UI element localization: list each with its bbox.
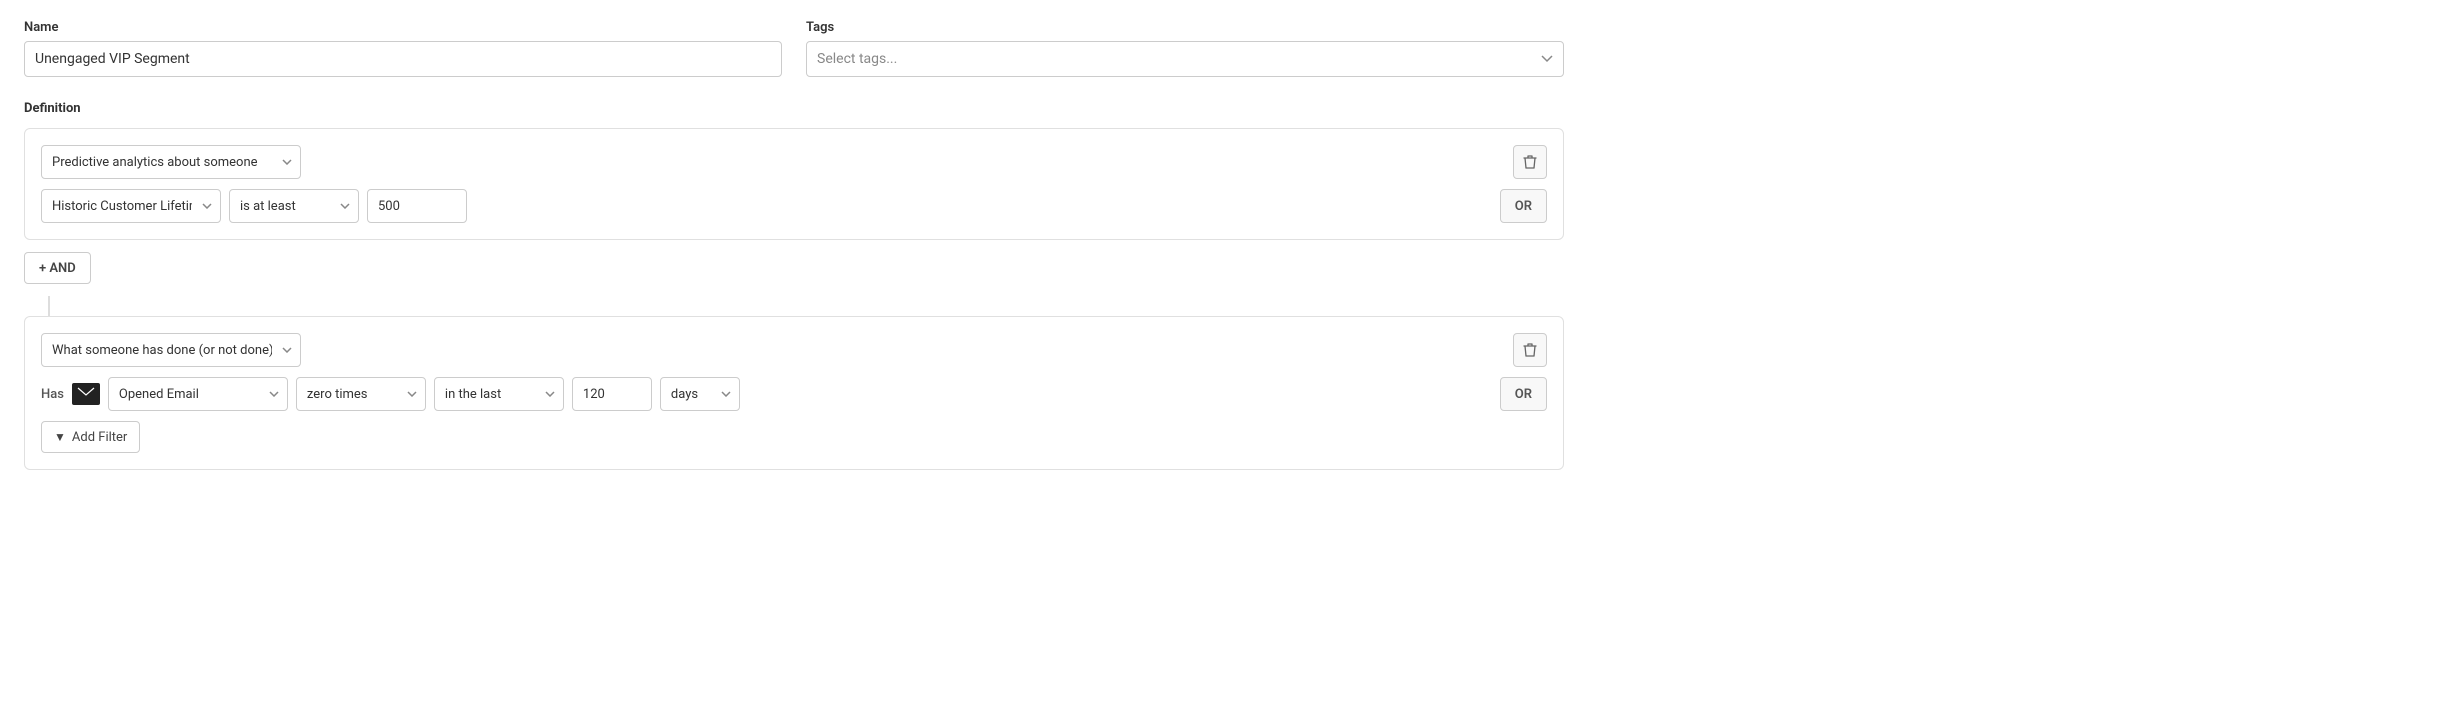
definition-section: Definition Predictive analytics about so… (24, 101, 1564, 470)
condition-1-value-input[interactable] (367, 189, 467, 223)
condition-2-frequency-dropdown[interactable]: zero times (296, 377, 426, 411)
condition-2-delete-button[interactable] (1513, 333, 1547, 367)
tags-select[interactable]: Select tags... (806, 41, 1564, 77)
condition-1-detail-row: Historic Customer Lifetime Value is at l… (41, 189, 1547, 223)
name-tags-row: Name Tags Select tags... (24, 20, 1564, 77)
condition-1-or-section: OR (1500, 189, 1547, 223)
condition-block-2: What someone has done (or not done) Has (24, 316, 1564, 470)
definition-title: Definition (24, 101, 1564, 116)
and-button-row: + AND (24, 252, 1564, 284)
and-button[interactable]: + AND (24, 252, 91, 284)
name-field-group: Name (24, 20, 782, 77)
condition-1-property-dropdown[interactable]: Historic Customer Lifetime Value (41, 189, 221, 223)
condition-2-time-unit-dropdown[interactable]: days (660, 377, 740, 411)
add-filter-button[interactable]: ▼ Add Filter (41, 421, 140, 453)
condition-1-type-row: Predictive analytics about someone (41, 145, 1547, 179)
condition-2-or-section: OR (1500, 377, 1547, 411)
condition-2-actions (1513, 333, 1547, 367)
condition-1-or-button[interactable]: OR (1500, 189, 1547, 223)
condition-2-timeframe-dropdown[interactable]: in the last (434, 377, 564, 411)
condition-2-or-button[interactable]: OR (1500, 377, 1547, 411)
tags-label: Tags (806, 20, 1564, 35)
filter-icon: ▼ (54, 430, 66, 444)
condition-1-operator-dropdown[interactable]: is at least (229, 189, 359, 223)
name-input[interactable] (24, 41, 782, 77)
condition-block-1: Predictive analytics about someone Histo… (24, 128, 1564, 240)
condition-1-actions (1513, 145, 1547, 179)
condition-1-delete-button[interactable] (1513, 145, 1547, 179)
page-container: Name Tags Select tags... Definition Pred… (24, 20, 1564, 470)
condition-1-type-dropdown[interactable]: Predictive analytics about someone (41, 145, 301, 179)
tags-field-group: Tags Select tags... (806, 20, 1564, 77)
condition-2-type-row: What someone has done (or not done) (41, 333, 1547, 367)
condition-2-type-dropdown[interactable]: What someone has done (or not done) (41, 333, 301, 367)
name-label: Name (24, 20, 782, 35)
has-label: Has (41, 387, 64, 402)
and-connector (48, 296, 50, 316)
condition-2-has-row: Has Opened Email zero times in the last (41, 377, 1547, 411)
condition-2-event-dropdown[interactable]: Opened Email (108, 377, 288, 411)
condition-2-time-value-input[interactable] (572, 377, 652, 411)
email-icon (72, 383, 100, 405)
add-filter-label: Add Filter (72, 430, 127, 445)
